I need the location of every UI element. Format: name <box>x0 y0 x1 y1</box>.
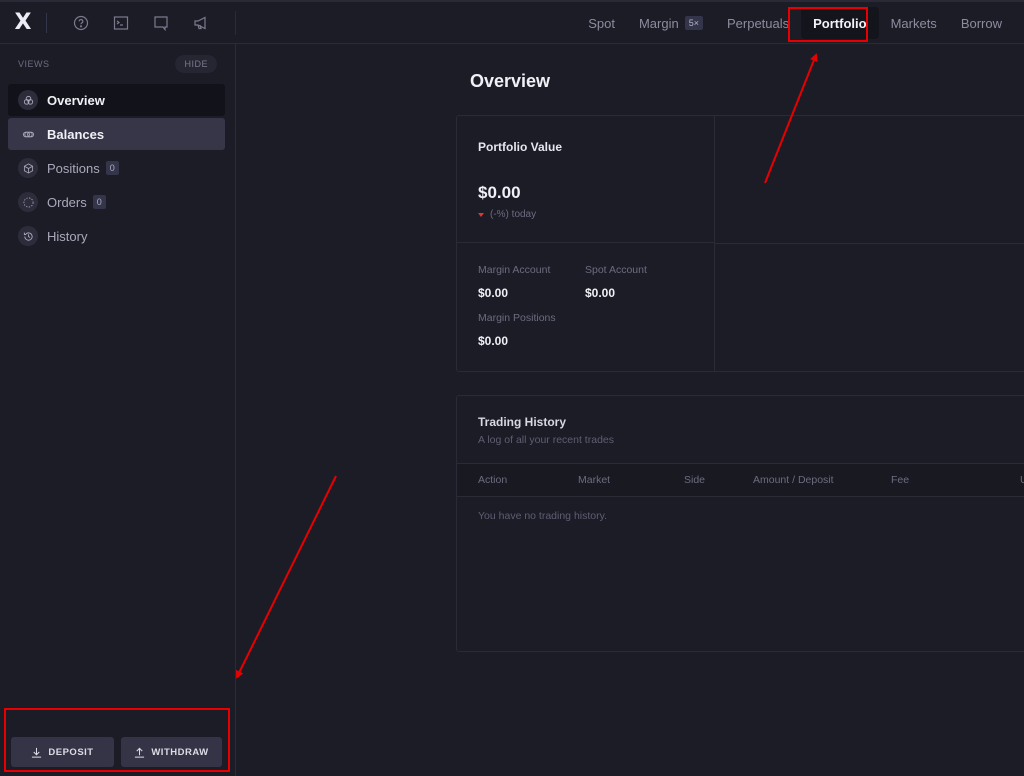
logo[interactable]: X <box>0 2 46 44</box>
annotation-box-deposit-withdraw <box>4 708 230 772</box>
nav-markets-label: Markets <box>890 15 937 31</box>
top-bar: X Spot Margin 5× Perpetuals Portfolio Mar… <box>0 0 1024 44</box>
down-arrow-icon <box>478 212 484 217</box>
divider <box>46 12 47 33</box>
sidebar-item-balances[interactable]: Balances <box>8 118 225 150</box>
annotation-box-portfolio <box>788 7 868 42</box>
positions-count-badge: 0 <box>105 161 119 175</box>
margin-positions-value: $0.00 <box>478 334 509 348</box>
nav-spot-label: Spot <box>588 15 615 31</box>
trading-history-subtitle: A log of all your recent trades <box>478 434 614 446</box>
views-header: VIEWS HIDE <box>0 44 235 84</box>
divider <box>715 243 1024 244</box>
column-header-truncated[interactable]: U <box>1020 474 1024 486</box>
trading-history-card: Trading History A log of all your recent… <box>456 395 1024 652</box>
portfolio-change: (-%) today <box>478 209 536 220</box>
sidebar-item-label: Orders <box>47 194 87 210</box>
spot-account-value: $0.00 <box>585 286 616 300</box>
sidebar-item-positions[interactable]: Positions 0 <box>8 152 225 184</box>
orders-icon <box>18 192 38 212</box>
nav-markets[interactable]: Markets <box>879 7 949 39</box>
margin-account-value: $0.00 <box>478 286 509 300</box>
column-header-action[interactable]: Action <box>478 474 507 486</box>
column-header-fee[interactable]: Fee <box>891 474 909 486</box>
column-header-side[interactable]: Side <box>684 474 705 486</box>
portfolio-value: $0.00 <box>478 183 521 202</box>
leverage-badge: 5× <box>684 16 703 30</box>
balances-icon <box>18 124 38 144</box>
margin-positions-label: Margin Positions <box>478 312 556 324</box>
nav-margin-label: Margin <box>638 15 679 31</box>
nav-borrow-label: Borrow <box>960 15 1002 31</box>
cube-icon <box>18 158 38 178</box>
sidebar-item-label: Positions <box>47 160 100 176</box>
views-label: VIEWS <box>18 59 50 69</box>
sidebar: VIEWS HIDE Overview Balances Positions 0 <box>0 44 236 776</box>
sidebar-item-label: Balances <box>47 126 105 142</box>
help-icon[interactable] <box>61 2 101 44</box>
empty-state-text: You have no trading history. <box>478 510 608 522</box>
megaphone-icon[interactable] <box>181 2 221 44</box>
divider <box>235 10 236 35</box>
spot-account-label: Spot Account <box>585 264 647 276</box>
nav-borrow[interactable]: Borrow <box>949 7 1024 39</box>
column-header-amount[interactable]: Amount / Deposit <box>753 474 834 486</box>
orders-count-badge: 0 <box>92 195 106 209</box>
column-header-market[interactable]: Market <box>578 474 610 486</box>
nav-spot[interactable]: Spot <box>576 7 627 39</box>
nav-perpetuals-label: Perpetuals <box>726 15 790 31</box>
sidebar-item-history[interactable]: History <box>8 220 225 252</box>
sidebar-item-orders[interactable]: Orders 0 <box>8 186 225 218</box>
history-icon <box>18 226 38 246</box>
sidebar-item-label: Overview <box>47 92 105 108</box>
chat-icon[interactable] <box>141 2 181 44</box>
sidebar-item-label: History <box>47 228 88 244</box>
page-title: Overview <box>470 71 551 91</box>
nav-margin[interactable]: Margin 5× <box>627 7 715 39</box>
portfolio-value-title: Portfolio Value <box>478 140 563 154</box>
trading-history-title: Trading History <box>478 415 567 429</box>
portfolio-change-text: (-%) today <box>490 209 537 220</box>
portfolio-summary: Portfolio Value $0.00 (-%) today Margin … <box>457 116 715 371</box>
table-header: Action Market Side Amount / Deposit Fee … <box>457 463 1024 497</box>
portfolio-card: Portfolio Value $0.00 (-%) today Margin … <box>456 115 1024 372</box>
main-content: Overview Portfolio Value $0.00 (-%) toda… <box>237 44 1024 776</box>
app-window: X Spot Margin 5× Perpetuals Portfolio Mar… <box>0 0 1024 776</box>
portfolio-value-section: Portfolio Value $0.00 (-%) today <box>457 116 714 243</box>
hide-button[interactable]: HIDE <box>175 55 217 73</box>
overview-icon <box>18 90 38 110</box>
terminal-icon[interactable] <box>101 2 141 44</box>
top-icons <box>61 2 221 44</box>
sidebar-item-overview[interactable]: Overview <box>8 84 225 116</box>
margin-account-label: Margin Account <box>478 264 551 276</box>
